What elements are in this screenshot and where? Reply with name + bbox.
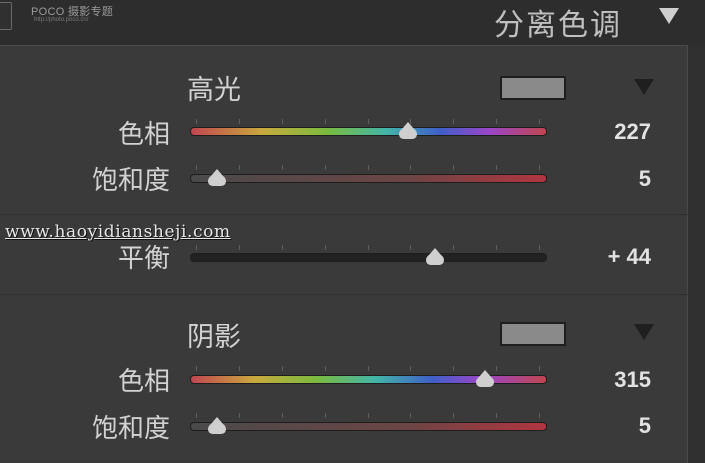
slider-tick [282,413,283,418]
slider-tick [410,245,411,250]
slider-tick [282,245,283,250]
slider-tick [496,245,497,250]
slider-tick [539,413,540,418]
highlights-color-swatch[interactable] [500,76,566,100]
slider-tick [325,119,326,124]
slider-tick [368,366,369,371]
highlights-saturation-slider[interactable] [190,174,547,183]
slider-tick [539,165,540,170]
highlights-hue-ticks [190,119,545,125]
slider-tick [196,366,197,371]
slider-thumb-icon[interactable] [425,248,445,266]
highlights-hue-slider[interactable] [190,127,547,136]
slider-tick [325,413,326,418]
slider-tick [196,245,197,250]
poco-watermark-url: http://photo.poco.cn/ [34,17,89,23]
shadows-saturation-value[interactable]: 5 [639,413,651,439]
highlights-saturation-value[interactable]: 5 [639,166,651,192]
slider-tick [196,119,197,124]
slider-tick [453,119,454,124]
slider-tick [282,366,283,371]
balance-ticks [190,245,545,251]
slider-tick [410,165,411,170]
slider-tick [239,366,240,371]
slider-tick [282,165,283,170]
slider-tick [368,165,369,170]
shadows-title: 阴影 [187,322,241,353]
slider-tick [239,165,240,170]
slider-tick [496,119,497,124]
triangle-down-icon[interactable] [659,8,679,24]
slider-thumb-icon[interactable] [475,370,495,388]
slider-tick [496,165,497,170]
panel-header[interactable]: POCO 摄影专题 http://photo.poco.cn/ 分离色调 [0,0,705,45]
slider-tick [453,413,454,418]
shadows-saturation-slider[interactable] [190,422,547,431]
slider-tick [196,413,197,418]
slider-tick [282,119,283,124]
slider-thumb-icon[interactable] [207,169,227,187]
shadows-saturation-label: 饱和度 [91,414,170,444]
slider-tick [539,119,540,124]
slider-tick [453,245,454,250]
panel-title: 分离色调 [494,8,622,43]
balance-slider[interactable] [190,253,547,262]
highlights-saturation-label: 饱和度 [91,166,170,196]
slider-tick [325,245,326,250]
slider-tick [239,119,240,124]
highlights-hue-value[interactable]: 227 [614,119,651,145]
slider-tick [410,413,411,418]
triangle-down-icon[interactable] [634,324,654,340]
balance-label: 平衡 [117,244,170,274]
site-watermark: www.haoyidiansheji.com [5,222,231,242]
slider-tick [453,165,454,170]
slider-tick [496,413,497,418]
highlights-saturation-ticks [190,165,545,171]
slider-tick [325,165,326,170]
triangle-down-icon[interactable] [634,79,654,95]
slider-tick [453,366,454,371]
shadows-color-swatch[interactable] [500,322,566,346]
slider-tick [196,165,197,170]
shadows-saturation-ticks [190,413,545,419]
slider-tick [496,366,497,371]
slider-tick [539,245,540,250]
slider-thumb-icon[interactable] [207,417,227,435]
slider-tick [239,413,240,418]
slider-tick [368,119,369,124]
slider-tick [539,366,540,371]
section-divider [0,214,688,215]
slider-tick [410,366,411,371]
section-divider [0,294,688,295]
shadows-hue-value[interactable]: 315 [614,367,651,393]
slider-thumb-icon[interactable] [398,122,418,140]
panel-scroll-strip [688,45,705,463]
slider-tick [368,413,369,418]
slider-tick [325,366,326,371]
header-side-box [0,2,12,30]
balance-value[interactable]: + 44 [608,244,651,270]
shadows-hue-label: 色相 [117,367,170,397]
highlights-title: 高光 [187,75,241,106]
slider-tick [368,245,369,250]
highlights-hue-label: 色相 [117,120,170,150]
slider-tick [239,245,240,250]
